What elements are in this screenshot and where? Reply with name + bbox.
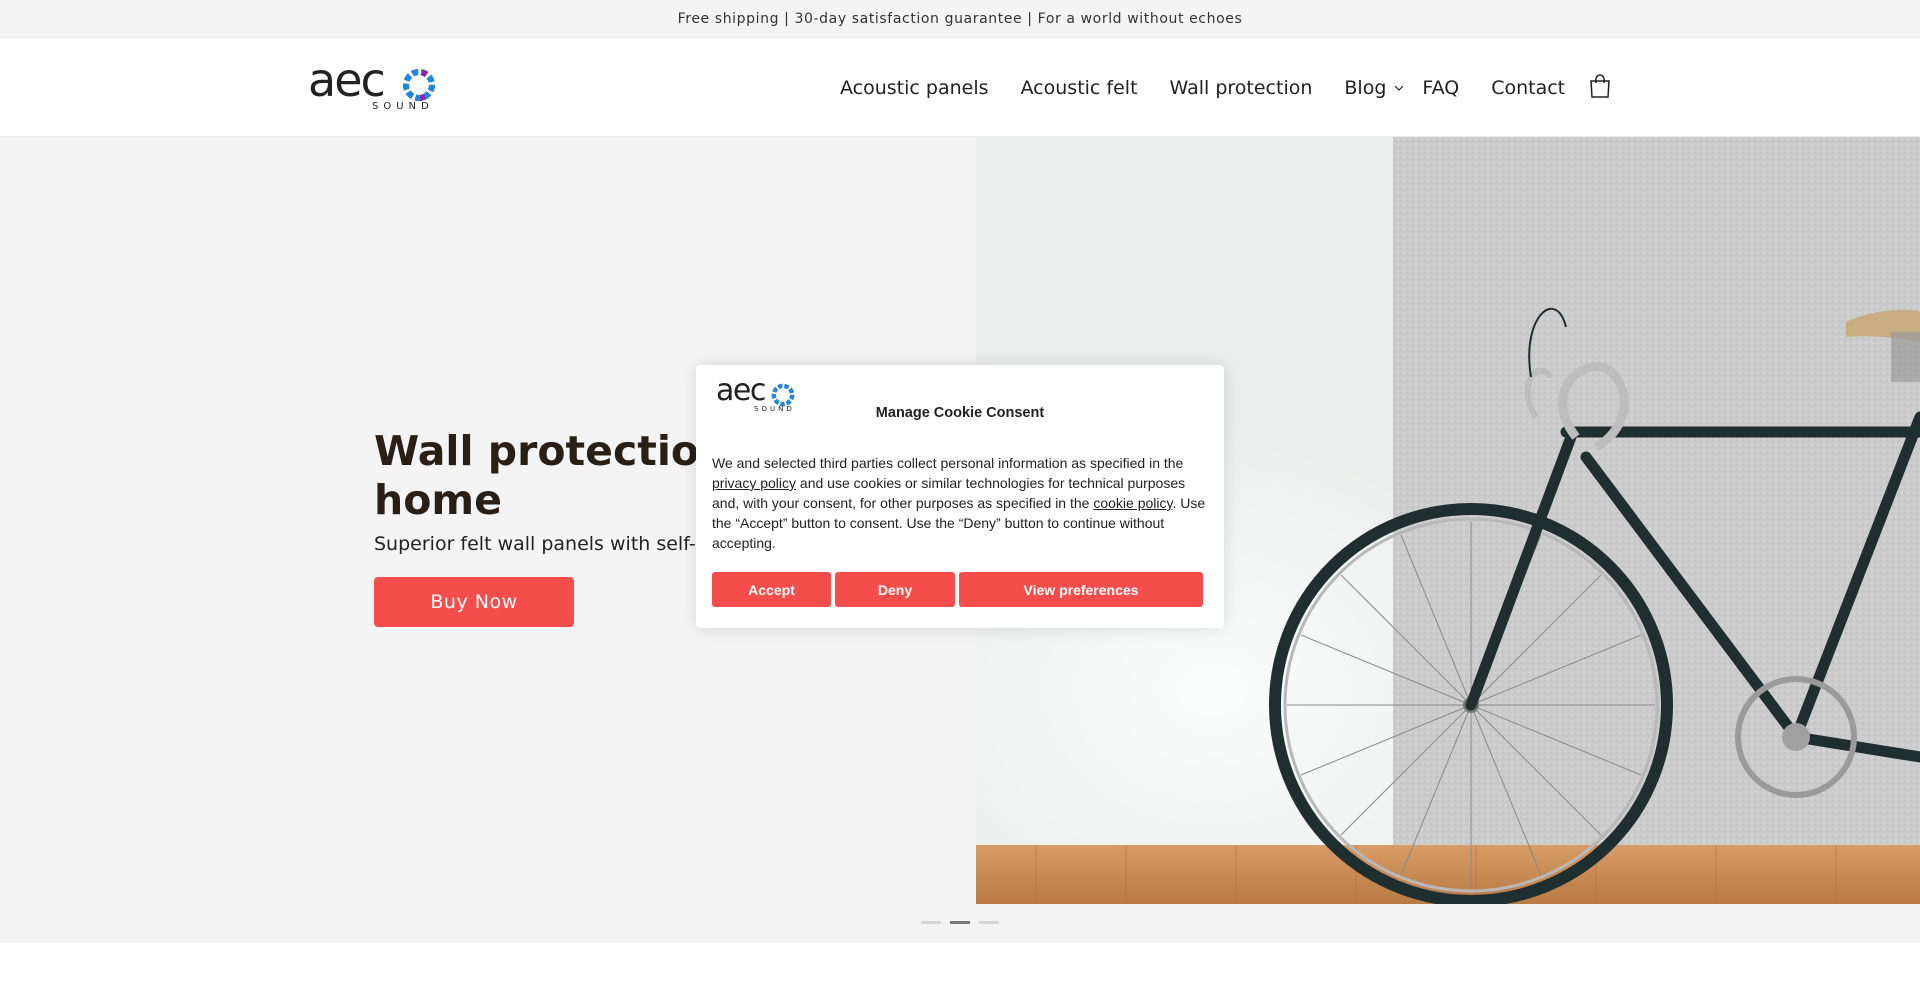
nav-item-acoustic-panels[interactable]: Acoustic panels: [840, 77, 989, 99]
hero-title-line2: home: [374, 476, 502, 524]
nav-item-faq[interactable]: FAQ: [1422, 77, 1459, 99]
logo-ring-icon: [771, 383, 795, 407]
announcement-text: Free shipping | 30-day satisfaction guar…: [677, 10, 1243, 27]
cookie-text-part1: We and selected third parties collect pe…: [712, 455, 1184, 471]
nav-label: Contact: [1491, 77, 1566, 99]
privacy-policy-link[interactable]: privacy policy: [712, 475, 796, 491]
nav-label: Wall protection: [1169, 77, 1313, 99]
site-header: aec SOUND Acoustic panels Acoustic felt …: [0, 39, 1920, 137]
cookie-dialog-text: We and selected third parties collect pe…: [712, 453, 1208, 553]
logo-subtitle: SOUND: [372, 101, 434, 112]
slider-dots: [921, 921, 1008, 924]
view-preferences-button[interactable]: View preferences: [959, 572, 1203, 607]
deny-button[interactable]: Deny: [835, 572, 955, 607]
chevron-down-icon: [1394, 85, 1404, 91]
cookie-logo-word: aec: [716, 373, 766, 408]
nav-label: Acoustic panels: [840, 77, 989, 99]
logo-word: aec: [308, 53, 386, 107]
nav-item-blog[interactable]: Blog: [1344, 77, 1404, 99]
slide-dot-2[interactable]: [950, 921, 970, 924]
nav-label: Blog: [1344, 77, 1387, 99]
page-below-hero: [0, 943, 1920, 993]
cookie-dialog-title: Manage Cookie Consent: [875, 405, 1045, 421]
cookie-policy-link[interactable]: cookie policy: [1093, 495, 1172, 511]
hero-title-line1: Wall protection: [374, 427, 729, 475]
slide-dot-1[interactable]: [921, 921, 941, 924]
announcement-bar: Free shipping | 30-day satisfaction guar…: [0, 0, 1920, 38]
shopping-bag-icon[interactable]: [1588, 73, 1612, 99]
cookie-consent-dialog: aec SOUND Manage Cookie Consent We and s…: [696, 365, 1224, 628]
nav-label: FAQ: [1422, 77, 1460, 99]
cookie-buttons: Accept Deny View preferences: [712, 572, 1203, 607]
logo[interactable]: aec SOUND: [308, 53, 444, 112]
slide-dot-3[interactable]: [979, 921, 999, 924]
main-nav: Acoustic panels Acoustic felt Wall prote…: [840, 39, 1597, 137]
nav-label: Acoustic felt: [1020, 77, 1138, 99]
nav-item-acoustic-felt[interactable]: Acoustic felt: [1021, 77, 1138, 99]
nav-item-wall-protection[interactable]: Wall protection: [1170, 77, 1313, 99]
nav-item-contact[interactable]: Contact: [1491, 77, 1565, 99]
accept-button[interactable]: Accept: [712, 572, 831, 607]
logo-ring-icon: [403, 69, 435, 101]
buy-now-button[interactable]: Buy Now: [374, 577, 574, 627]
